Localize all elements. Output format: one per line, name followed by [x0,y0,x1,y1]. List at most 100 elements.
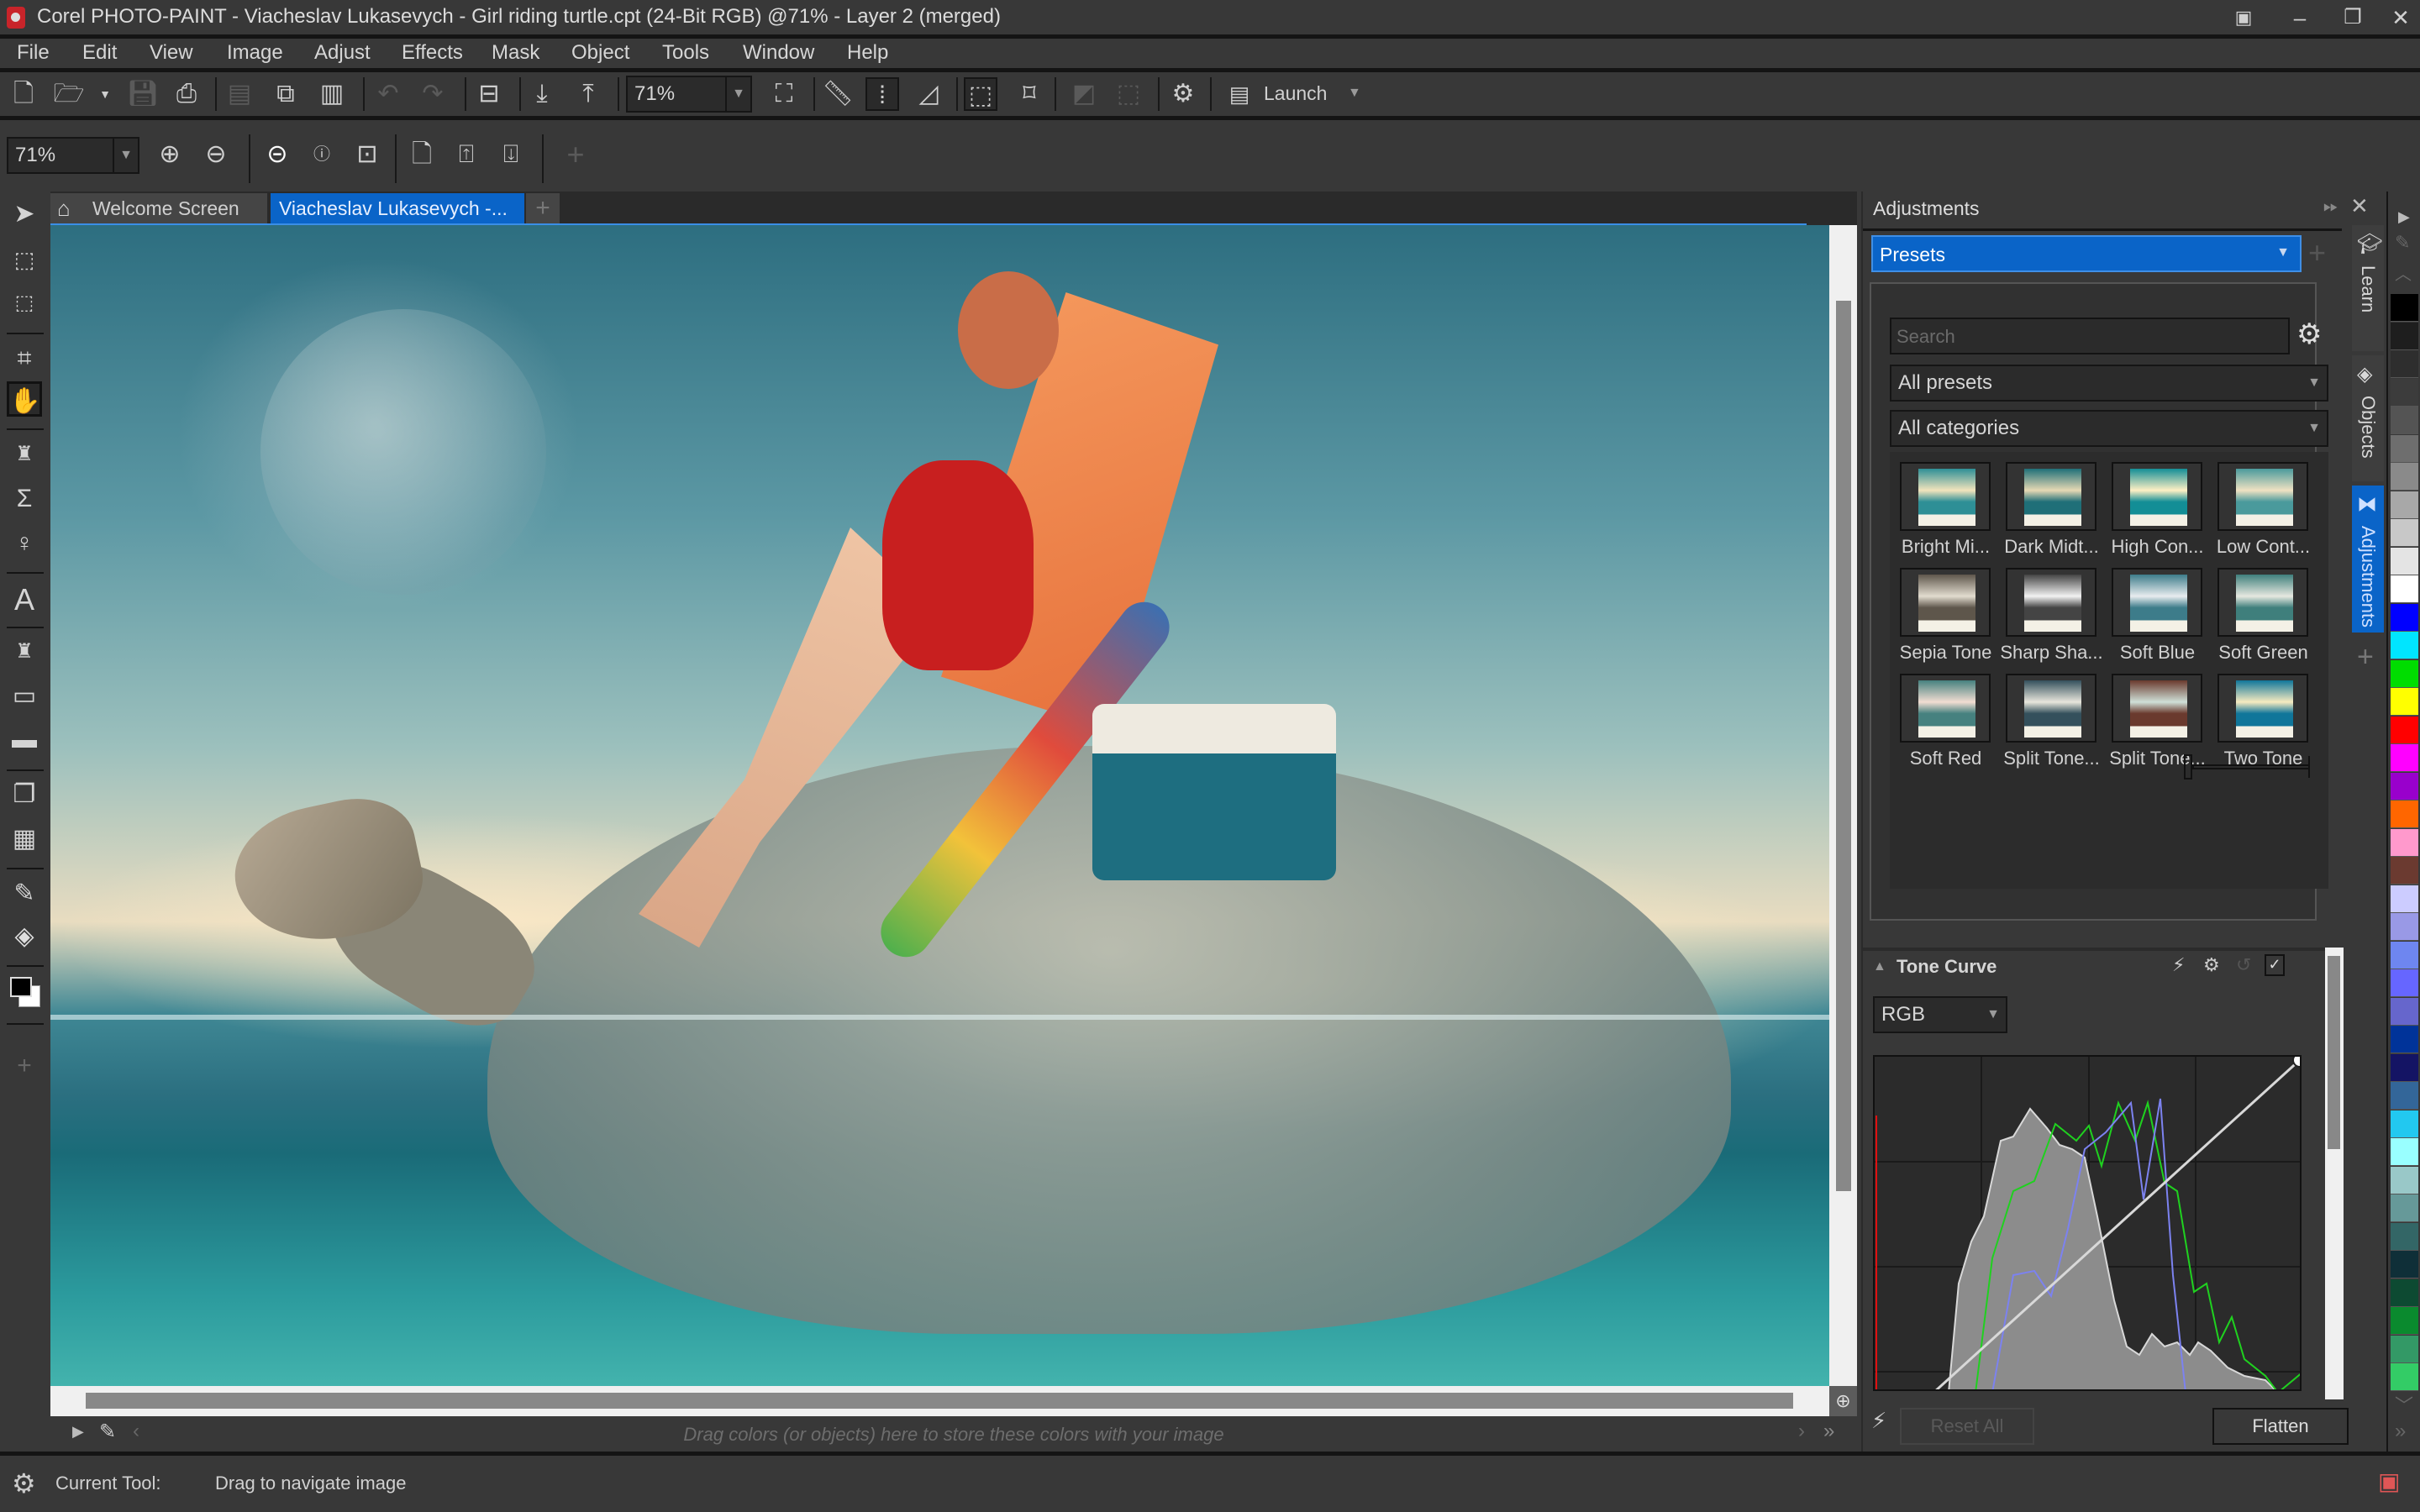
menu-tools[interactable]: Tools [662,41,709,65]
open-dropdown-icon[interactable]: ▼ [88,77,122,111]
auto-adjust-icon[interactable]: ⚡︎ [2172,954,2185,976]
paint-tool-icon[interactable]: ♜ [7,634,42,669]
restore-button[interactable]: ❐ [2332,3,2374,32]
color-swatch[interactable] [2391,1082,2418,1110]
color-swatch[interactable] [2391,997,2418,1026]
open-folder-icon[interactable]: 🗁 [52,77,86,111]
tab-welcome-screen[interactable]: ⌂ Welcome Screen [50,193,267,223]
preset-thumbnail[interactable] [2006,674,2096,743]
preset-thumbnail[interactable] [2217,674,2308,743]
preset-thumbnail[interactable] [2006,462,2096,531]
add-lightning-adjustment-icon[interactable]: ⚡︎ [1871,1408,1886,1434]
color-swatch[interactable] [2391,407,2418,434]
menu-adjust[interactable]: Adjust [314,41,371,65]
mask-transform-tool-icon[interactable]: ⬚ [7,286,42,321]
show-grid-icon[interactable]: ◿ [912,77,945,111]
collapse-triangle-icon[interactable]: ▲ [1873,959,1886,974]
zoom-to-height-icon[interactable]: ⍗ [494,138,528,171]
color-swatch[interactable] [2391,1335,2418,1363]
copy-icon[interactable]: ⧉ [269,77,302,111]
smear-tool-icon[interactable]: Σ [7,481,42,517]
docker-collapse-icon[interactable]: ⏩︎ [2323,195,2338,217]
object-manager-icon[interactable]: ⊟ [472,77,506,111]
mask-marquee-icon[interactable]: ⬚ [1112,77,1145,111]
add-toolbar-item-icon[interactable]: + [559,138,592,171]
preset-thumbnail[interactable] [2112,568,2202,637]
status-settings-gear-icon[interactable]: ⚙ [12,1467,36,1499]
color-swatch[interactable] [2391,716,2418,744]
chevron-down-icon[interactable]: ▼ [725,77,750,111]
color-swatch[interactable] [2391,294,2418,322]
add-adjustment-icon[interactable]: + [2308,235,2326,270]
add-tool-icon[interactable]: + [7,1048,42,1084]
preset-search-input[interactable]: Search [1890,318,2290,354]
color-swatch[interactable] [2391,969,2418,997]
touch-up-tool-icon[interactable]: ♜ [7,437,42,472]
preset-thumbnail[interactable] [1900,568,1991,637]
liquid-tool-icon[interactable]: ♀ [7,526,42,561]
options-gear-icon[interactable]: ⚙ [1166,77,1200,111]
preset-item[interactable]: Low Cont... [2217,462,2310,558]
preset-settings-gear-icon[interactable]: ⚙ [2296,318,2322,351]
scrollbar-thumb[interactable] [86,1393,1793,1409]
preset-thumbnail[interactable] [2112,462,2202,531]
fill-tool-icon[interactable]: ◈ [7,919,42,954]
docker-scrollbar[interactable] [2325,948,2344,1418]
crop-tool-icon[interactable]: ⌗ [7,341,42,376]
tab-active-document[interactable]: Viacheslav Lukasevych -... [271,193,524,223]
color-swatch[interactable] [2391,547,2418,575]
color-swatch[interactable] [2391,491,2418,519]
preset-item[interactable]: Soft Red [1900,674,1992,769]
reset-all-button[interactable]: Reset All [1900,1408,2034,1445]
print-icon[interactable]: ⎙ [170,77,203,111]
thumbnail-size-slider[interactable] [2184,748,2310,781]
save-icon[interactable]: 💾︎ [126,77,160,111]
color-swatch[interactable] [2391,350,2418,378]
channel-dropdown[interactable]: RGB ▼ [1873,996,2007,1033]
color-swatch[interactable] [2391,434,2418,463]
color-swatch[interactable] [2391,828,2418,857]
side-tab-learn[interactable]: 🎓︎ Learn [2352,225,2384,351]
full-screen-preview-icon[interactable]: ⛶ [767,77,801,111]
color-swatch[interactable] [2391,1278,2418,1307]
all-presets-dropdown[interactable]: All presets ▼ [1890,365,2328,402]
preset-thumbnail[interactable] [2006,568,2096,637]
palette-eyedropper-icon[interactable]: ✎ [2395,232,2410,254]
color-swatch[interactable] [2391,688,2418,716]
object-transparency-tool-icon[interactable]: ❐ [7,777,42,812]
paste-icon[interactable]: ▥ [315,77,349,111]
new-tab-button[interactable]: + [526,193,560,223]
undo-icon[interactable]: ↶ [371,77,405,111]
color-swatch[interactable] [8,975,42,1009]
preset-thumbnail[interactable] [2112,674,2202,743]
palette-scroll-down-icon[interactable]: ﹀ [2395,1391,2413,1418]
color-swatch[interactable] [2391,744,2418,772]
color-swatch[interactable] [2391,322,2418,350]
learn-badge-icon[interactable]: ▣ [2223,3,2265,32]
menu-object[interactable]: Object [571,41,629,65]
menu-view[interactable]: View [150,41,193,65]
add-docker-icon[interactable]: + [2357,641,2374,674]
show-rulers-icon[interactable]: 📏︎ [821,77,855,111]
color-swatch[interactable] [2391,1251,2418,1278]
color-swatch[interactable] [2391,575,2418,603]
zoom-to-page-icon[interactable]: 🗋 [405,138,439,171]
palette-expand-icon[interactable]: ▶ [2398,208,2410,226]
preset-item[interactable]: Split Tone... [2003,674,2100,769]
horizontal-scrollbar[interactable] [50,1386,1829,1416]
slider-handle[interactable] [2184,754,2192,780]
preset-item[interactable]: Bright Mi... [1900,462,1992,558]
show-guidelines-icon[interactable]: ⁞ [865,77,899,111]
close-button[interactable]: ✕ [2380,3,2420,32]
export-icon[interactable]: ⤒ [571,77,605,111]
rectangle-tool-icon[interactable]: ▭ [7,679,42,714]
cut-icon[interactable]: ▤ [223,77,256,111]
preset-item[interactable]: Sepia Tone [1900,568,1992,664]
launch-app-icon[interactable]: ▤ [1223,77,1256,111]
menu-file[interactable]: File [17,41,50,65]
foreground-color-swatch[interactable] [10,977,32,997]
toolbar-zoom-combo[interactable]: 71% ▼ [626,76,752,113]
image-canvas[interactable] [50,225,1829,1386]
color-swatch[interactable] [2391,1138,2418,1166]
color-swatch[interactable] [2391,1222,2418,1251]
